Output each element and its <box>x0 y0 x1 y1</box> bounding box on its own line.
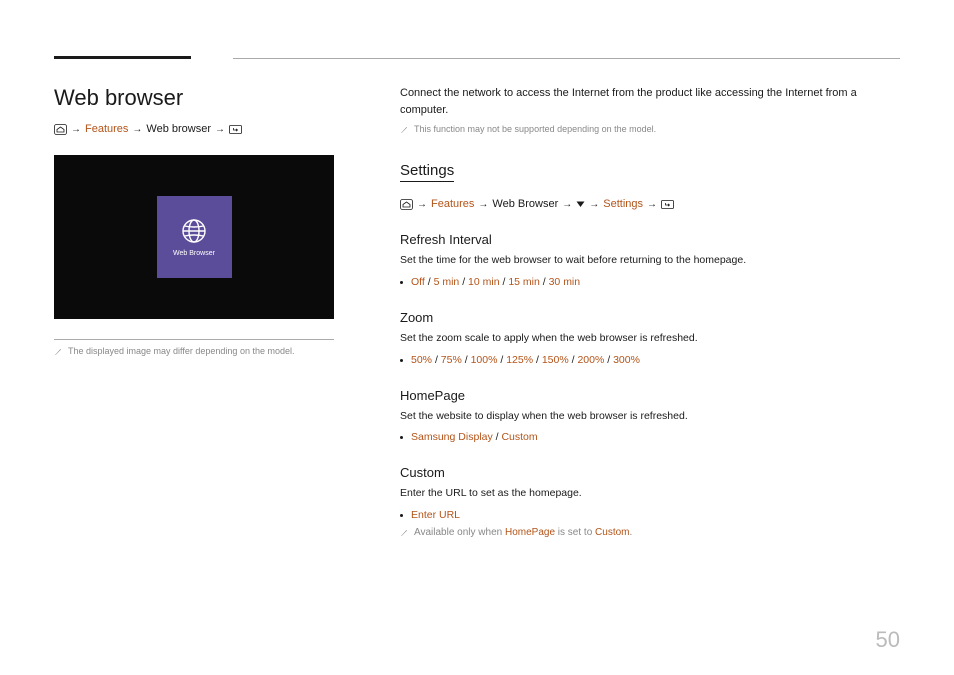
bc2-features: Features <box>431 198 474 210</box>
tile-label: Web Browser <box>173 250 215 257</box>
custom-options: Enter URL <box>400 509 900 521</box>
bc2-settings: Settings <box>603 198 643 210</box>
down-triangle-icon <box>576 201 585 208</box>
homepage-options: Samsung Display / Custom <box>400 431 900 443</box>
page-number: 50 <box>876 627 900 653</box>
pencil-icon <box>400 528 409 537</box>
enter-icon <box>229 125 242 134</box>
homepage-desc: Set the website to display when the web … <box>400 409 900 425</box>
pencil-icon <box>54 347 63 356</box>
bc2-webbrowser: Web Browser <box>492 198 558 210</box>
globe-icon <box>181 218 207 244</box>
homepage-title: HomePage <box>400 388 900 403</box>
image-note: The displayed image may differ depending… <box>54 346 338 356</box>
home-icon <box>400 199 413 210</box>
refresh-title: Refresh Interval <box>400 232 900 247</box>
web-browser-tile: Web Browser <box>157 196 232 278</box>
screenshot-preview: Web Browser <box>54 155 334 319</box>
intro-text: Connect the network to access the Intern… <box>400 85 900 118</box>
custom-availability-note: Available only when HomePage is set to C… <box>400 527 900 538</box>
refresh-options: Off / 5 min / 10 min / 15 min / 30 min <box>400 276 900 288</box>
custom-title: Custom <box>400 465 900 480</box>
zoom-options: 50% / 75% / 100% / 125% / 150% / 200% / … <box>400 354 900 366</box>
intro-note: This function may not be supported depen… <box>400 124 900 134</box>
zoom-desc: Set the zoom scale to apply when the web… <box>400 331 900 347</box>
page-title: Web browser <box>54 85 338 111</box>
refresh-desc: Set the time for the web browser to wait… <box>400 253 900 269</box>
settings-heading: Settings <box>400 162 454 182</box>
breadcrumb-webbrowser: Web browser <box>146 123 211 135</box>
breadcrumb-settings: → Features → Web Browser → → Settings → <box>400 198 900 210</box>
zoom-title: Zoom <box>400 310 900 325</box>
breadcrumb-features: Features <box>85 123 128 135</box>
home-icon <box>54 124 67 135</box>
pencil-icon <box>400 125 409 134</box>
enter-icon <box>661 200 674 209</box>
custom-desc: Enter the URL to set as the homepage. <box>400 486 900 502</box>
breadcrumb-left: → Features → Web browser → <box>54 123 338 135</box>
